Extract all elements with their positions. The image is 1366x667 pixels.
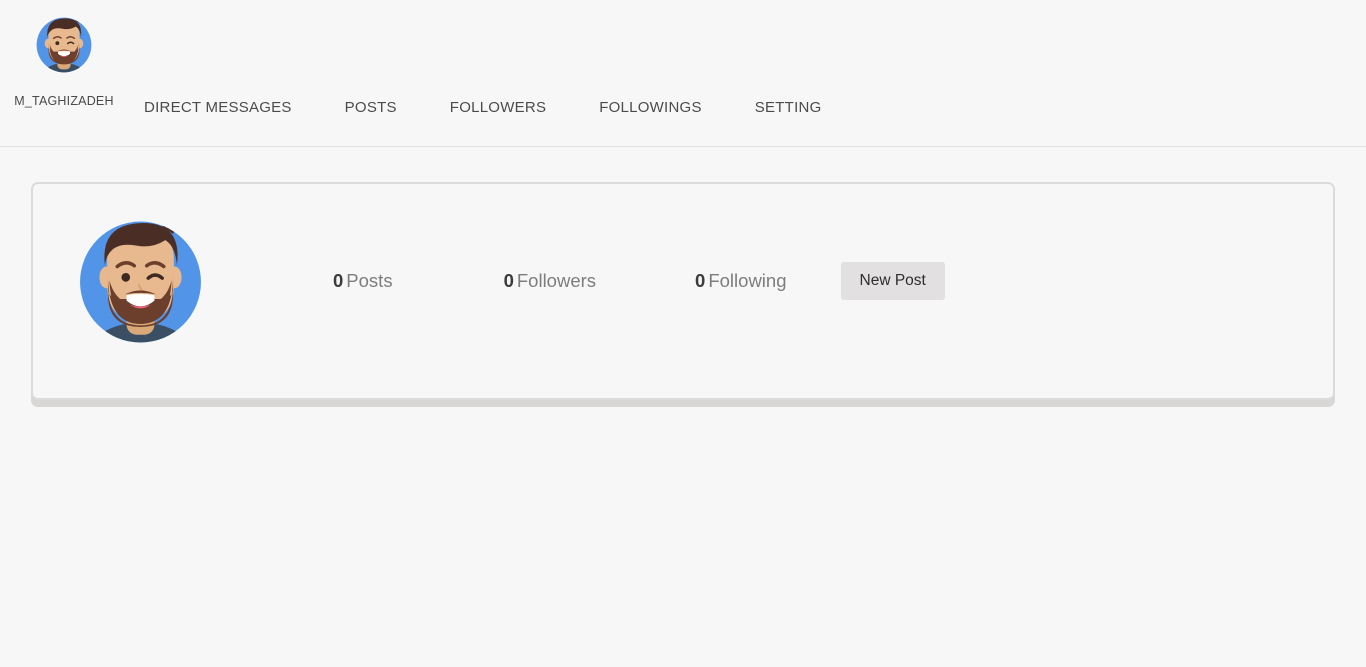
stat-posts[interactable]: 0 Posts xyxy=(333,270,393,292)
stat-followers-label: Followers xyxy=(516,269,597,291)
stat-following[interactable]: 0 Following xyxy=(695,270,786,292)
nav-direct-messages[interactable]: DIRECT MESSAGES xyxy=(144,99,292,116)
main-nav: DIRECT MESSAGES POSTS FOLLOWERS FOLLOWIN… xyxy=(144,99,822,116)
brand-block[interactable]: M_TAGHIZADEH xyxy=(0,8,128,108)
header-username: M_TAGHIZADEH xyxy=(14,94,114,108)
header-avatar-icon[interactable] xyxy=(27,8,101,82)
stat-followers[interactable]: 0 Followers xyxy=(504,270,596,292)
new-post-button[interactable]: New Post xyxy=(840,262,945,300)
profile-card: 0 Posts 0 Followers 0 Following New Post xyxy=(31,182,1335,400)
site-header: M_TAGHIZADEH DIRECT MESSAGES POSTS FOLLO… xyxy=(0,0,1366,147)
content-area: 0 Posts 0 Followers 0 Following New Post xyxy=(0,147,1366,667)
nav-followings[interactable]: FOLLOWINGS xyxy=(599,99,702,116)
stat-followers-count: 0 xyxy=(503,269,514,291)
stat-posts-label: Posts xyxy=(346,269,393,291)
avatar-svg-small xyxy=(36,17,92,73)
profile-avatar-icon[interactable] xyxy=(63,192,218,372)
nav-posts[interactable]: POSTS xyxy=(345,99,397,116)
nav-setting[interactable]: SETTING xyxy=(755,99,822,116)
stat-following-label: Following xyxy=(708,269,787,291)
stat-following-count: 0 xyxy=(695,269,706,291)
nav-followers[interactable]: FOLLOWERS xyxy=(450,99,546,116)
profile-stats-row: 0 Posts 0 Followers 0 Following New Post xyxy=(333,262,945,300)
avatar-svg-large xyxy=(80,221,201,343)
stat-posts-count: 0 xyxy=(333,269,344,291)
